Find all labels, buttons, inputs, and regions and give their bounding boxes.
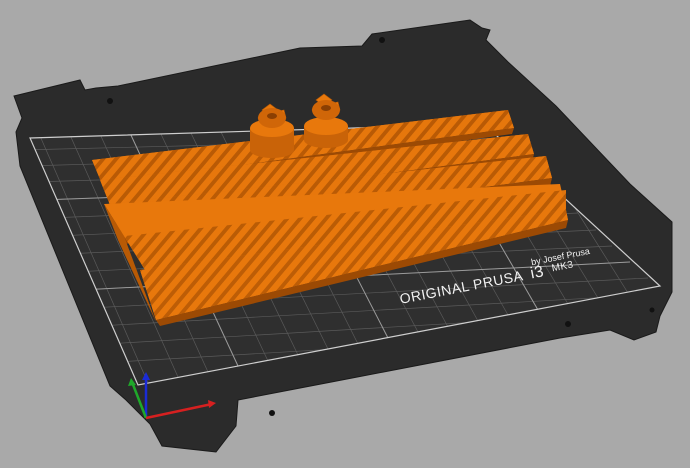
3d-viewport[interactable]: ORIGINAL PRUSA i3 MK3 by Josef Prusa bbox=[0, 0, 690, 468]
